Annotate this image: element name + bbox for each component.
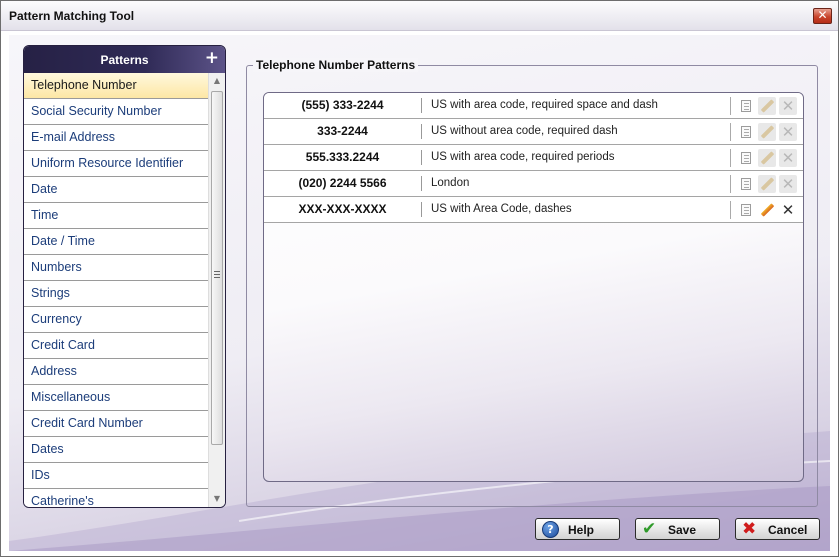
copy-icon[interactable] — [737, 175, 755, 193]
column-divider — [421, 150, 422, 165]
delete-x-icon[interactable]: ✕ — [779, 201, 797, 219]
table-row[interactable]: 555.333.2244 US with area code, required… — [264, 145, 803, 171]
column-divider — [421, 202, 422, 217]
pattern-item-credit-card-number[interactable]: Credit Card Number — [24, 411, 208, 437]
row-actions: ✕ — [730, 201, 798, 219]
pattern-value: XXX-XXX-XXXX — [298, 202, 387, 216]
patterns-header: Patterns + — [24, 46, 225, 73]
pattern-description: US with area code, required space and da… — [431, 99, 658, 111]
pattern-description: US with Area Code, dashes — [431, 203, 572, 215]
pencil-icon[interactable] — [758, 149, 776, 167]
pattern-item-numbers[interactable]: Numbers — [24, 255, 208, 281]
save-button[interactable]: ✔ Save — [635, 518, 720, 540]
pattern-item-uniform-resource-identifier[interactable]: Uniform Resource Identifier — [24, 151, 208, 177]
client-area: Patterns + Telephone Number Social Secur… — [9, 35, 830, 551]
scroll-thumb[interactable] — [211, 91, 223, 445]
row-actions: ✕ — [730, 149, 798, 167]
scroll-up-arrow-icon[interactable]: ▲ — [209, 73, 225, 89]
pattern-description: US with area code, required periods — [431, 151, 615, 163]
help-button[interactable]: ? Help — [535, 518, 620, 540]
patterns-scrollbar[interactable]: ▲ ▼ — [208, 73, 225, 507]
pattern-item-date-time[interactable]: Date / Time — [24, 229, 208, 255]
help-button-label: Help — [568, 523, 595, 537]
column-divider — [421, 124, 422, 139]
pattern-item-date[interactable]: Date — [24, 177, 208, 203]
column-divider — [421, 98, 422, 113]
pattern-item-address[interactable]: Address — [24, 359, 208, 385]
patterns-grid: (555) 333-2244 US with area code, requir… — [263, 92, 804, 482]
delete-x-icon[interactable]: ✕ — [779, 175, 797, 193]
save-button-label: Save — [668, 523, 697, 537]
pattern-item-ids[interactable]: IDs — [24, 463, 208, 489]
pattern-item-telephone-number[interactable]: Telephone Number — [24, 73, 208, 99]
delete-x-icon[interactable]: ✕ — [779, 149, 797, 167]
row-actions: ✕ — [730, 123, 798, 141]
add-pattern-icon[interactable]: + — [205, 48, 219, 68]
pattern-item-strings[interactable]: Strings — [24, 281, 208, 307]
pattern-matching-window: Pattern Matching Tool ✕ Patterns + Telep… — [0, 0, 839, 557]
title-bar: Pattern Matching Tool ✕ — [1, 1, 838, 31]
cancel-button[interactable]: ✖ Cancel — [735, 518, 820, 540]
table-row[interactable]: 333-2244 US without area code, required … — [264, 119, 803, 145]
pattern-value: 555.333.2244 — [305, 150, 380, 164]
pattern-item-miscellaneous[interactable]: Miscellaneous — [24, 385, 208, 411]
copy-icon[interactable] — [737, 201, 755, 219]
column-divider — [421, 176, 422, 191]
pattern-item-catherines[interactable]: Catherine's — [24, 489, 208, 507]
pattern-description: London — [431, 177, 470, 189]
close-button[interactable]: ✕ — [813, 8, 832, 24]
table-row[interactable]: (555) 333-2244 US with area code, requir… — [264, 93, 803, 119]
copy-icon[interactable] — [737, 97, 755, 115]
copy-icon[interactable] — [737, 123, 755, 141]
pattern-item-time[interactable]: Time — [24, 203, 208, 229]
grip-icon — [214, 271, 220, 278]
table-row[interactable]: (020) 2244 5566 London ✕ — [264, 171, 803, 197]
help-icon: ? — [542, 521, 559, 538]
pencil-icon[interactable] — [758, 97, 776, 115]
row-actions: ✕ — [730, 175, 798, 193]
table-row[interactable]: XXX-XXX-XXXX US with Area Code, dashes ✕ — [264, 197, 803, 223]
pattern-value: (555) 333-2244 — [301, 98, 384, 112]
delete-x-icon[interactable]: ✕ — [779, 97, 797, 115]
pattern-item-email-address[interactable]: E-mail Address — [24, 125, 208, 151]
group-title: Telephone Number Patterns — [253, 58, 419, 72]
patterns-header-title: Patterns — [100, 53, 149, 67]
cancel-button-label: Cancel — [768, 523, 808, 537]
copy-icon[interactable] — [737, 149, 755, 167]
delete-x-icon[interactable]: ✕ — [779, 123, 797, 141]
window-title: Pattern Matching Tool — [9, 9, 135, 23]
pattern-value: 333-2244 — [317, 124, 368, 138]
pattern-item-currency[interactable]: Currency — [24, 307, 208, 333]
scroll-down-arrow-icon[interactable]: ▼ — [209, 491, 225, 507]
pattern-item-credit-card[interactable]: Credit Card — [24, 333, 208, 359]
pattern-value: (020) 2244 5566 — [298, 176, 387, 190]
pencil-icon[interactable] — [758, 201, 776, 219]
telephone-patterns-group: Telephone Number Patterns (555) 333-2244… — [246, 58, 818, 507]
pattern-item-social-security-number[interactable]: Social Security Number — [24, 99, 208, 125]
checkmark-icon: ✔ — [642, 519, 657, 539]
pattern-item-dates[interactable]: Dates — [24, 437, 208, 463]
cancel-x-icon: ✖ — [742, 519, 757, 539]
pattern-description: US without area code, required dash — [431, 125, 618, 137]
patterns-list: Telephone Number Social Security Number … — [24, 73, 208, 507]
patterns-panel: Patterns + Telephone Number Social Secur… — [23, 45, 226, 508]
pencil-icon[interactable] — [758, 175, 776, 193]
row-actions: ✕ — [730, 97, 798, 115]
pencil-icon[interactable] — [758, 123, 776, 141]
